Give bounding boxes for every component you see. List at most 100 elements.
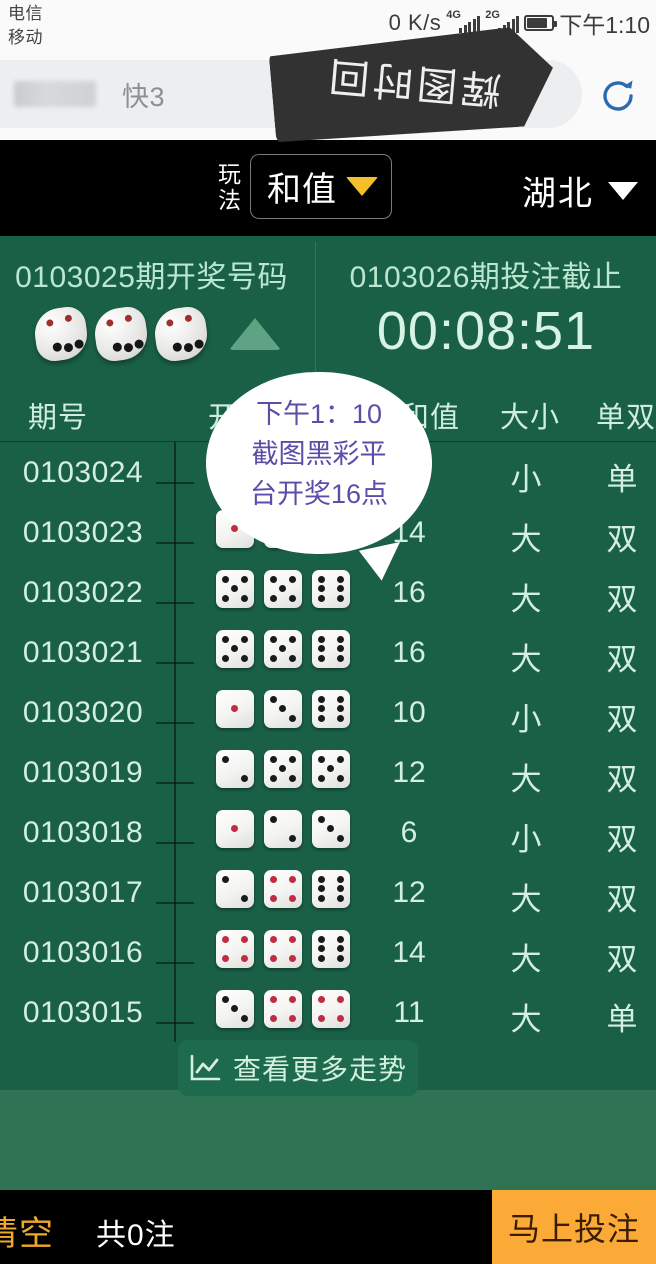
cell-period: 0103021 [22, 636, 144, 669]
last-draw-title: 0103025期开奖号码 [15, 261, 288, 294]
region-dropdown[interactable]: 湖北 [522, 166, 638, 215]
cell-bigsmall: 小 [510, 822, 542, 857]
die-face-5 [264, 570, 302, 608]
status-clock: 下午1:10 [559, 12, 650, 38]
last-draw-block: 0103025期开奖号码 [0, 236, 315, 364]
column-header-oddeven: 单双 [596, 402, 656, 434]
cell-dice [216, 570, 350, 608]
die-face-4 [264, 930, 302, 968]
total-bets-label: 共0注 [96, 1219, 176, 1252]
cell-bigsmall: 大 [510, 882, 542, 917]
table-row[interactable]: 0103022 16 大 双 [0, 562, 656, 622]
die-face-2 [216, 870, 254, 908]
table-row[interactable]: 0103016 14 大 双 [0, 922, 656, 982]
annotation-text: 下午1：10 截图黑彩平 台开奖16点 [206, 372, 432, 554]
cell-sum: 6 [400, 816, 418, 849]
cell-bigsmall: 大 [510, 1002, 542, 1037]
cell-oddeven: 双 [606, 522, 638, 557]
rolling-dice-row [0, 304, 315, 364]
die-face-5 [216, 570, 254, 608]
carrier-1: 电信 [8, 4, 43, 23]
place-bet-button[interactable]: 马上投注 [492, 1190, 656, 1264]
cell-bigsmall: 大 [510, 582, 542, 617]
triangle-up-icon[interactable] [228, 318, 281, 350]
table-row[interactable]: 0103018 6 小 双 [0, 802, 656, 862]
die-face-4 [312, 990, 350, 1028]
url-text: 快3 [122, 81, 166, 112]
place-bet-label: 马上投注 [507, 1211, 640, 1247]
cell-dice [216, 930, 350, 968]
bet-bottom-bar: 清空 共0注 马上投注 [0, 1190, 656, 1264]
cell-period: 0103019 [22, 756, 144, 789]
signal-4g-label: 4G [446, 9, 461, 21]
die-face-5 [216, 630, 254, 668]
signal-2g-label: 2G [485, 9, 500, 21]
cell-period: 0103022 [22, 576, 144, 609]
playtype-group: 玩 法 和值 [218, 154, 392, 219]
lottery-panel: 0103025期开奖号码 0103026期投注截止 00:08:51 期号 和值… [0, 236, 656, 1090]
view-more-trend-button[interactable]: 查看更多走势 [178, 1040, 418, 1096]
column-header-bigsmall: 大小 [500, 402, 561, 434]
carrier-labels: 电信 移动 [8, 2, 43, 50]
rolling-die-2 [91, 304, 150, 364]
die-face-5 [312, 750, 350, 788]
cell-bigsmall: 大 [510, 522, 542, 557]
rolling-die-3 [151, 304, 210, 364]
view-more-trend-label: 查看更多走势 [232, 1054, 407, 1085]
cell-sum: 16 [392, 576, 426, 609]
region-value: 湖北 [522, 175, 594, 213]
die-face-6 [312, 690, 350, 728]
cell-oddeven: 双 [606, 762, 638, 797]
playtype-label: 玩 法 [218, 161, 241, 213]
redacted-url-region [14, 81, 96, 107]
table-row[interactable]: 0103017 12 大 双 [0, 862, 656, 922]
die-face-4 [216, 930, 254, 968]
cell-bigsmall: 小 [510, 702, 542, 737]
playtype-nav-bar: 玩 法 和值 湖北 [0, 140, 656, 236]
clear-button[interactable]: 清空 [0, 1206, 110, 1255]
playtype-label-char1: 玩 [218, 160, 241, 187]
die-face-4 [264, 990, 302, 1028]
die-face-1 [216, 810, 254, 848]
cell-sum: 12 [392, 756, 426, 789]
line-chart-icon [190, 1054, 221, 1081]
cell-oddeven: 双 [606, 702, 638, 737]
die-face-3 [216, 990, 254, 1028]
signal-4g-icon: 4G [446, 9, 481, 33]
annotation-line-3: 台开奖16点 [249, 479, 389, 509]
table-row[interactable]: 0103019 12 大 双 [0, 742, 656, 802]
rolling-die-1 [31, 304, 90, 364]
die-face-6 [312, 930, 350, 968]
chevron-down-icon [346, 177, 378, 196]
playtype-dropdown[interactable]: 和值 [250, 154, 392, 219]
cell-period: 0103024 [22, 456, 144, 489]
countdown-timer: 00:08:51 [376, 301, 596, 361]
cell-bigsmall: 大 [510, 942, 542, 977]
table-row[interactable]: 0103020 10 小 双 [0, 682, 656, 742]
cell-dice [216, 810, 350, 848]
cell-sum: 12 [392, 876, 426, 909]
cell-bigsmall: 大 [510, 762, 542, 797]
carrier-2: 移动 [8, 28, 43, 47]
die-face-3 [312, 810, 350, 848]
die-face-6 [312, 870, 350, 908]
cell-oddeven: 双 [606, 582, 638, 617]
battery-icon [524, 15, 558, 31]
playtype-value: 和值 [267, 171, 337, 209]
annotation-line-1: 下午1：10 [255, 399, 383, 429]
cell-period: 0103017 [22, 876, 144, 909]
cell-period: 0103018 [22, 816, 144, 849]
cell-period: 0103016 [22, 936, 144, 969]
die-face-3 [264, 690, 302, 728]
cell-period: 0103015 [22, 996, 144, 1029]
column-header-period: 期号 [28, 402, 89, 434]
cell-oddeven: 单 [606, 1002, 638, 1037]
table-row[interactable]: 0103021 16 大 双 [0, 622, 656, 682]
reload-icon[interactable] [596, 74, 640, 118]
cell-period: 0103020 [22, 696, 144, 729]
table-row[interactable]: 0103015 11 大 单 [0, 982, 656, 1042]
cell-oddeven: 双 [606, 642, 638, 677]
cell-oddeven: 双 [606, 942, 638, 977]
url-input[interactable]: 快3 [0, 60, 582, 128]
die-face-6 [312, 570, 350, 608]
